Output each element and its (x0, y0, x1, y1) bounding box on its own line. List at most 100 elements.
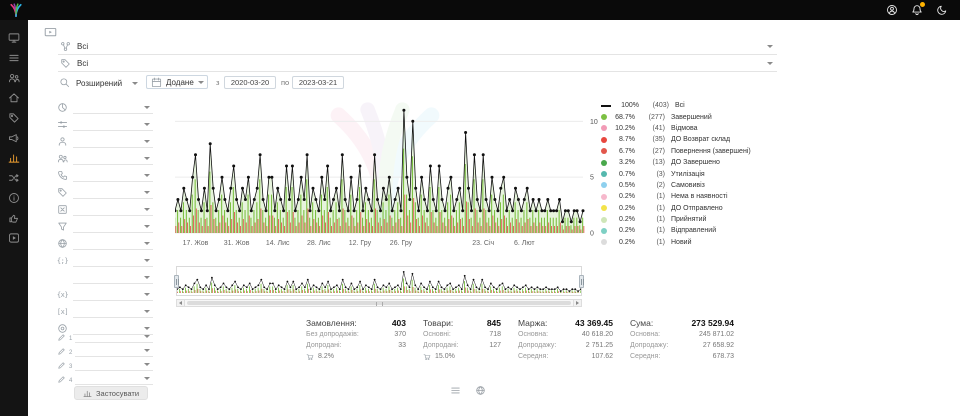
orders-chart[interactable]: 051017. Жов31. Жов14. Лис28. Лис12. Гру2… (175, 93, 607, 253)
date-field-select[interactable]: Додане (146, 75, 208, 89)
screen-icon[interactable] (44, 26, 57, 39)
rows-icon[interactable] (450, 385, 461, 396)
legend-percent: 0.2% (611, 216, 635, 223)
thumb-icon (8, 212, 20, 224)
sidebar-item-orders[interactable] (4, 50, 24, 65)
navigator-left-handle[interactable] (174, 275, 179, 288)
stat-subrow: Допродані:127 (423, 340, 501, 351)
legend-item-7[interactable]: 0.7%(3)Утилізація (601, 168, 777, 179)
filter-select-2[interactable] (73, 119, 153, 131)
legend-label: Самовивіз (671, 182, 705, 189)
legend-percent: 0.5% (611, 182, 635, 189)
stat-subrow: Допродажу:27 658.92 (630, 340, 734, 351)
filter-select-8[interactable] (73, 221, 153, 233)
legend-label: Відмова (671, 125, 698, 132)
sidebar-item-marketing[interactable] (4, 130, 24, 145)
custom-field-select-4[interactable] (75, 373, 153, 385)
status-filter-select[interactable]: Всі (58, 40, 777, 55)
scrollbar-track[interactable] (185, 299, 573, 307)
sidebar-item-dashboard[interactable] (4, 30, 24, 45)
globe-icon[interactable] (475, 385, 486, 396)
filter-select-5[interactable] (73, 170, 153, 182)
theme-icon[interactable] (936, 4, 948, 16)
sidebar-item-products[interactable] (4, 110, 24, 125)
filter-select-10[interactable] (73, 255, 153, 267)
date-to-input[interactable]: 2023-03-21 (292, 76, 344, 89)
legend-item-13[interactable]: 0.2%(1)Новий (601, 237, 777, 248)
legend-item-1[interactable]: 100%(403)Всі (601, 100, 777, 111)
filter-select-1[interactable] (73, 102, 153, 114)
custom-field-select-1[interactable] (75, 331, 153, 343)
notifications-icon[interactable] (911, 4, 923, 16)
svg-text:28. Лис: 28. Лис (307, 240, 331, 247)
sidebar (0, 20, 28, 416)
scroll-left-button[interactable] (176, 299, 185, 307)
custom-field-row-3: 3 (57, 358, 153, 372)
legend-dot-swatch (601, 160, 607, 166)
mode-select[interactable]: Розширений (76, 77, 138, 90)
legend-dot-swatch (601, 148, 607, 154)
legend-count: (3) (639, 171, 665, 178)
legend-label: Всі (675, 102, 685, 109)
legend-item-9[interactable]: 0.2%(1)Нема в наявності (601, 191, 777, 202)
filter-select-12[interactable] (73, 289, 153, 301)
legend-dot-swatch (601, 228, 607, 234)
legend-item-3[interactable]: 10.2%(41)Відмова (601, 123, 777, 134)
tag-icon (57, 187, 68, 198)
user-icon[interactable] (886, 4, 898, 16)
custom-field-select-3[interactable] (75, 359, 153, 371)
chart-navigator-svg (177, 268, 581, 295)
filter-select-3[interactable] (73, 136, 153, 148)
sidebar-item-feedback[interactable] (4, 210, 24, 225)
stat-subrow: Допродані:33 (306, 340, 406, 351)
legend-item-4[interactable]: 8.7%(35)ДО Возврат склад (601, 134, 777, 145)
sidebar-item-store[interactable] (4, 90, 24, 105)
stat-orders: Замовлення:403Без допродажів:370Допродан… (306, 316, 406, 362)
legend-dot-swatch (601, 182, 607, 188)
filter-select-6[interactable] (73, 187, 153, 199)
legend-item-8[interactable]: 0.5%(2)Самовивіз (601, 180, 777, 191)
apply-button[interactable]: Застосувати (74, 386, 148, 400)
sidebar-item-integrations[interactable] (4, 170, 24, 185)
scroll-right-button[interactable] (573, 299, 582, 307)
custom-field-select-2[interactable] (75, 345, 153, 357)
legend-count: (1) (639, 239, 665, 246)
legend-item-11[interactable]: 0.2%(1)Прийнятий (601, 214, 777, 225)
filter-select-7[interactable] (73, 204, 153, 216)
legend-count: (1) (639, 205, 665, 212)
filter-select-4[interactable] (73, 153, 153, 165)
date-field-value: Додане (166, 78, 194, 87)
filter-select-13[interactable] (73, 306, 153, 318)
legend-item-10[interactable]: 0.2%(1)ДО Отправлено (601, 203, 777, 214)
legend-label: ДО Возврат склад (671, 136, 730, 143)
sidebar-item-analytics[interactable] (4, 150, 24, 165)
chevron-down-icon (144, 276, 150, 279)
sidebar-item-info[interactable] (4, 190, 24, 205)
navigator-right-handle[interactable] (579, 275, 584, 288)
filter-select-9[interactable] (73, 238, 153, 250)
date-from-input[interactable]: 2020-03-20 (224, 76, 276, 89)
orders-chart-svg[interactable]: 051017. Жов31. Жов14. Лис28. Лис12. Гру2… (175, 93, 607, 251)
stat-title: Маржа:43 369.45 (518, 316, 613, 329)
legend-item-12[interactable]: 0.2%(1)Відправлений (601, 225, 777, 236)
app-logo[interactable] (8, 3, 24, 18)
type-filter-select[interactable]: Всі (58, 57, 777, 72)
custom-field-number: 1 (69, 336, 72, 342)
legend-item-5[interactable]: 6.7%(27)Повернення (завершені) (601, 146, 777, 157)
phone-icon (57, 170, 68, 181)
sidebar-item-video[interactable] (4, 230, 24, 245)
search-icon[interactable] (59, 77, 70, 88)
cart-icon (306, 353, 314, 361)
scrollbar-thumb[interactable] (187, 301, 571, 305)
legend-percent: 0.2% (611, 193, 635, 200)
legend-item-2[interactable]: 68.7%(277)Завершений (601, 111, 777, 122)
stat-title: Сума:273 529.94 (630, 316, 734, 329)
users-icon (57, 153, 68, 164)
app-root: Всі Всі Розширений Додане з 2020-03-20 п… (0, 0, 960, 416)
pencil-icon (57, 333, 66, 342)
legend-item-6[interactable]: 3.2%(13)ДО Завершено (601, 157, 777, 168)
chart-navigator[interactable] (176, 266, 582, 296)
filter-select-11[interactable] (73, 272, 153, 284)
topbar (0, 0, 960, 20)
sidebar-item-customers[interactable] (4, 70, 24, 85)
